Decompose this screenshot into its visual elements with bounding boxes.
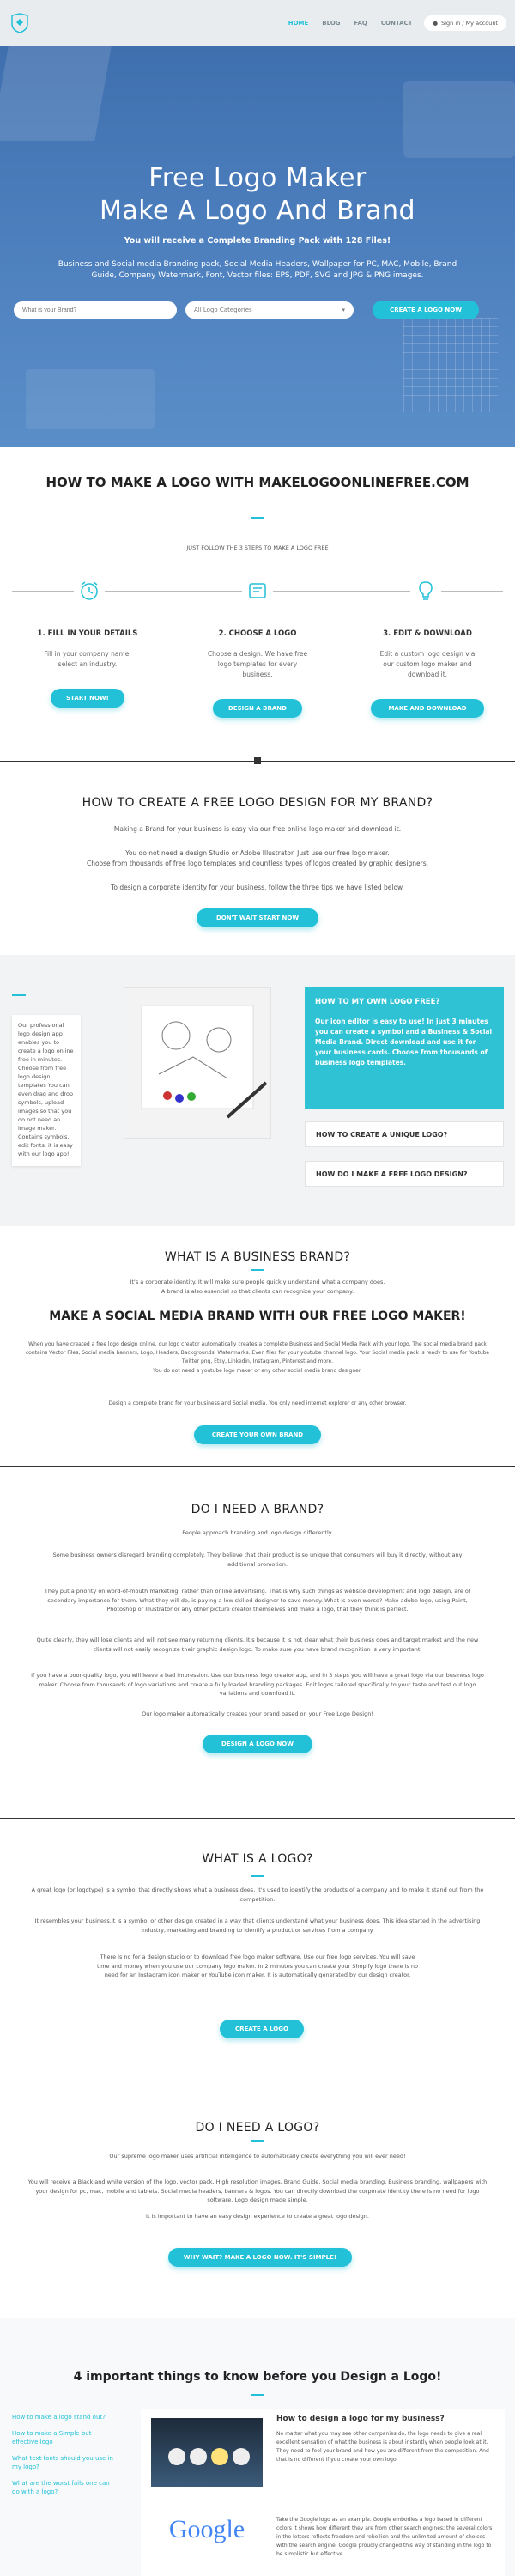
start-now-button[interactable]: START NOW! [51, 689, 124, 708]
create-logo-cta-button[interactable]: CREATE A LOGO [220, 2020, 304, 2038]
top-navbar: HOME BLOG FAQ CONTACT ● Sign in / My acc… [0, 0, 515, 46]
design-logo-now-button[interactable]: DESIGN A LOGO NOW [203, 1735, 312, 1753]
design-brand-button[interactable]: DESIGN A BRAND [213, 699, 302, 718]
tips-sidebar: How to make a logo stand out? How to mak… [12, 2413, 115, 2504]
step-2-text: Choose a design. We have free logo templ… [207, 650, 308, 678]
user-icon: ● [433, 20, 439, 27]
nav-home-link[interactable]: HOME [288, 20, 309, 27]
faq-answer-1: Our icon editor is easy to use! In just … [315, 1018, 493, 1066]
faq-question-1: HOW TO MY OWN LOGO FREE? [315, 998, 440, 1006]
tip-link-4[interactable]: What are the worst fails one can do with… [12, 2479, 115, 2496]
logo-category-select[interactable]: All Logo Categories ▾ [185, 301, 354, 319]
need-brand-p2: Some business owners disregard branding … [52, 1552, 463, 1568]
hero-subtitle: You will receive a Complete Branding Pac… [124, 236, 391, 246]
nav-contact-link[interactable]: CONTACT [381, 20, 413, 27]
faq-expanded-item[interactable]: HOW TO MY OWN LOGO FREE? Our icon editor… [305, 987, 504, 1109]
step-3-text: Edit a custom logo design via our custom… [379, 650, 476, 678]
divider [251, 517, 264, 519]
divider-marker [254, 757, 261, 764]
nav-links: HOME BLOG FAQ CONTACT ● Sign in / My acc… [282, 15, 506, 31]
create-your-own-brand-button[interactable]: CREATE YOUR OWN BRAND [194, 1425, 321, 1444]
faq-question-2[interactable]: HOW TO CREATE A UNIQUE LOGO? [305, 1121, 504, 1147]
tip-article: How to design a logo for my business? No… [141, 2409, 505, 2576]
faq-question-3[interactable]: HOW DO I MAKE A FREE LOGO DESIGN? [305, 1161, 504, 1187]
divider [251, 1875, 264, 1877]
step-3-title: 3. EDIT & DOWNLOAD [383, 629, 472, 638]
hero-section: Free Logo Maker Make A Logo And Brand Yo… [0, 46, 515, 447]
need-logo-p1: Our supreme logo maker uses artificial i… [109, 2153, 406, 2160]
article-p2: Take the Google logo as an example. Goog… [276, 2517, 493, 2557]
need-brand-title: DO I NEED A BRAND? [191, 1503, 324, 1516]
google-logo-text: Google [168, 2515, 245, 2543]
free-design-p2: You do not need a design Studio or Adobe… [125, 849, 390, 857]
step-2-title: 2. CHOOSE A LOGO [218, 629, 297, 638]
lightbulbs-photo [151, 2418, 263, 2487]
tip-link-1[interactable]: How to make a logo stand out? [12, 2413, 115, 2421]
brand-name-input[interactable] [14, 301, 177, 319]
business-brand-p3: When you have created a free logo design… [25, 1341, 490, 1364]
nav-faq-link[interactable]: FAQ [354, 20, 367, 27]
section-divider [0, 1466, 515, 1467]
need-brand-p4: Quite clearly, they will lose clients an… [36, 1637, 479, 1653]
free-design-title: HOW TO CREATE A FREE LOGO DESIGN FOR MY … [82, 796, 433, 810]
divider [251, 2394, 264, 2396]
need-brand-p6: Our logo maker automatically creates you… [142, 1710, 373, 1717]
logo-sketch-photo [124, 987, 271, 1139]
what-logo-p2: It resembles your business.It is a symbo… [34, 1917, 481, 1934]
need-logo-p2: You will receive a Black and white versi… [27, 2178, 488, 2203]
dont-wait-start-button[interactable]: DON'T WAIT START NOW [197, 908, 318, 927]
business-brand-p2: A brand is also essential so that client… [161, 1288, 354, 1295]
category-select-value: All Logo Categories [194, 307, 252, 313]
hero-background-shape [0, 46, 112, 141]
step-1-title: 1. FILL IN YOUR DETAILS [37, 629, 138, 638]
need-brand-p1: People approach branding and logo design… [182, 1529, 333, 1536]
lightbulb-icon [410, 575, 441, 606]
tip-link-2[interactable]: How to make a Simple but effective logo [12, 2429, 115, 2446]
create-logo-button[interactable]: CREATE A LOGO NOW [373, 301, 479, 319]
hero-background-shape [26, 369, 154, 429]
make-and-download-button[interactable]: MAKE AND DOWNLOAD [371, 699, 484, 718]
need-brand-p3: They put a priority on word-of-mouth mar… [44, 1588, 471, 1613]
how-to-intro: JUST FOLLOW THE 3 STEPS TO MAKE A LOGO F… [186, 544, 329, 551]
business-brand-title: WHAT IS A BUSINESS BRAND? [164, 1250, 351, 1264]
free-design-p1: Making a Brand for your business is easy… [113, 825, 402, 833]
tip-link-3[interactable]: What text fonts should you use in my log… [12, 2454, 115, 2471]
social-brand-title: MAKE A SOCIAL MEDIA BRAND WITH OUR FREE … [49, 1309, 466, 1323]
hero-title: Free Logo Maker [148, 163, 367, 193]
signin-button[interactable]: ● Sign in / My account [424, 15, 506, 31]
business-brand-p1: It's a corporate identity. It will make … [130, 1279, 385, 1285]
divider [251, 1269, 264, 1271]
what-logo-p3: There is no for a design studio or to do… [96, 1953, 419, 1978]
signin-label: Sign in / My account [441, 20, 498, 27]
alarm-clock-icon [74, 575, 105, 606]
hero-title-secondary: Make A Logo And Brand [99, 196, 416, 226]
google-logo-image: Google [151, 2492, 263, 2567]
what-logo-title: WHAT IS A LOGO? [202, 1852, 313, 1866]
article-title: How to design a logo for my business? [276, 2415, 445, 2423]
hero-background-shape [403, 81, 515, 158]
free-design-p3: Choose from thousands of free logo templ… [86, 860, 429, 867]
need-brand-p5: If you have a poor-quality logo, you wil… [31, 1672, 484, 1697]
divider [251, 2140, 264, 2142]
hero-background-grid [403, 318, 498, 412]
hero-description: Business and Social media Branding pack,… [58, 260, 457, 280]
free-design-p4: To design a corporate identity for your … [111, 884, 404, 891]
step-1-text: Fill in your company name, select an ind… [44, 650, 131, 668]
nav-blog-link[interactable]: BLOG [322, 20, 340, 27]
how-to-title: HOW TO MAKE A LOGO WITH MAKELOGOONLINEFR… [45, 475, 470, 490]
edit-card-icon [242, 575, 273, 606]
chevron-down-icon: ▾ [342, 307, 345, 313]
four-things-title: 4 important things to know before you De… [73, 2370, 442, 2384]
need-logo-p3: It is important to have an easy design e… [146, 2213, 369, 2220]
section-divider [0, 1818, 515, 1819]
accent-line [12, 994, 26, 996]
app-description-card: Our professional logo design app enables… [12, 1015, 81, 1166]
what-logo-p1: A great logo (or logotype) is a symbol t… [31, 1886, 484, 1903]
business-brand-p5: Design a complete brand for your busines… [108, 1400, 407, 1406]
brand-logo-icon[interactable] [9, 12, 31, 34]
need-logo-title: DO I NEED A LOGO? [195, 2121, 320, 2135]
business-brand-p4: You do not need a youtube logo maker or … [153, 1368, 362, 1374]
article-p1: No matter what you may see other compani… [276, 2431, 489, 2463]
why-wait-make-logo-button[interactable]: WHY WAIT? MAKE A LOGO NOW. IT'S SIMPLE! [168, 2248, 352, 2267]
